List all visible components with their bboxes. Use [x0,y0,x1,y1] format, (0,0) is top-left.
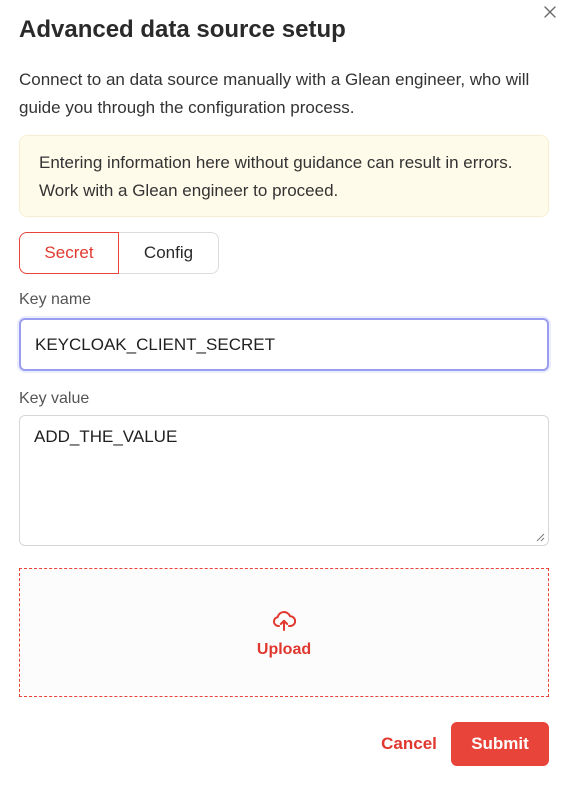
resize-handle-icon[interactable] [535,532,545,542]
close-icon [544,6,556,18]
key-value-label: Key value [19,390,90,407]
upload-dropzone[interactable]: Upload [19,568,549,697]
warning-banner: Entering information here without guidan… [19,135,549,217]
advanced-setup-dialog: Advanced data source setup Connect to an… [0,0,575,787]
key-name-label: Key name [19,291,92,308]
warning-text: Entering information here without guidan… [39,153,513,200]
dialog-subtitle: Connect to an data source manually with … [19,70,530,117]
key-name-input[interactable] [19,318,549,371]
tab-secret[interactable]: Secret [19,232,119,274]
cloud-upload-icon [272,611,296,631]
submit-button[interactable]: Submit [451,722,549,766]
cancel-button[interactable]: Cancel [373,722,445,766]
dialog-title: Advanced data source setup [19,16,346,43]
upload-label: Upload [256,641,312,658]
key-value-textarea[interactable]: ADD_THE_VALUE [19,415,549,546]
tab-config[interactable]: Config [119,232,219,274]
close-button[interactable] [539,1,561,23]
tab-group: Secret Config [19,232,219,274]
